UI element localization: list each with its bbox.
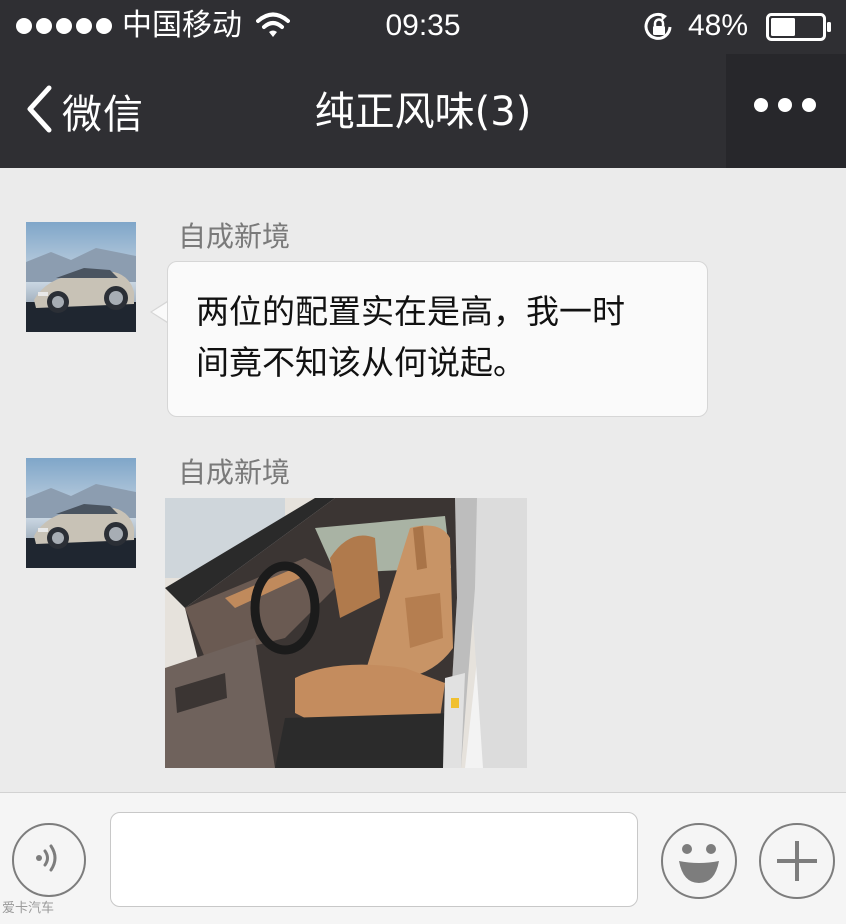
chat-title: 纯正风味(3)	[314, 89, 532, 135]
chat-area[interactable]: 自成新境 两位的配置实在是高，我一时 间竟不知该从何说起。 自成新境	[0, 168, 846, 792]
sender-avatar[interactable]	[26, 458, 136, 568]
sender-name: 自成新境	[178, 220, 291, 253]
voice-button[interactable]	[12, 823, 86, 897]
image-message-car-interior[interactable]	[165, 498, 527, 768]
sender-name: 自成新境	[178, 456, 291, 489]
input-bar	[0, 792, 846, 924]
voice-icon	[31, 840, 67, 880]
nav-bar: 微信 纯正风味(3)	[0, 54, 846, 168]
status-bar: 中国移动 09:35 48%	[0, 0, 846, 54]
rotation-lock-icon	[642, 12, 676, 46]
emoji-icon	[679, 844, 719, 883]
more-dots-icon[interactable]	[754, 98, 816, 112]
emoji-button[interactable]	[661, 823, 737, 899]
battery-percent: 48%	[688, 9, 749, 42]
watermark: 爱卡汽车	[2, 901, 55, 916]
add-button[interactable]	[759, 823, 835, 899]
battery-icon	[766, 13, 832, 45]
message-text-line: 间竟不知该从何说起。	[196, 343, 526, 382]
sender-avatar[interactable]	[26, 222, 136, 332]
message-text-line: 两位的配置实在是高，我一时	[196, 292, 625, 331]
plus-icon	[777, 841, 817, 881]
message-input[interactable]	[110, 812, 638, 907]
message-bubble[interactable]: 两位的配置实在是高，我一时 间竟不知该从何说起。	[167, 261, 708, 417]
